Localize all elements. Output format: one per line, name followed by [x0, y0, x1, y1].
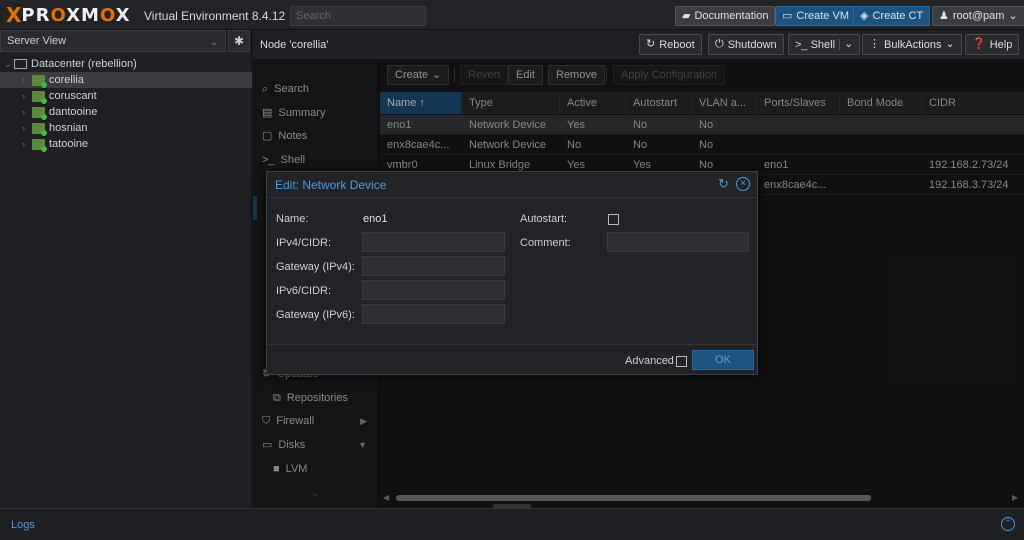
proxmox-logo: X PROXMOX — [6, 3, 131, 27]
node-header: Node 'corellia' ↻ Reboot ⏻ Shutdown >_ She… — [253, 30, 1024, 60]
gateway-ipv6-input[interactable] — [362, 304, 505, 324]
server-icon — [32, 106, 47, 120]
logo-mark: X — [6, 3, 22, 27]
power-icon: ⏻ — [715, 38, 724, 50]
close-icon[interactable]: × — [736, 177, 750, 191]
datacenter-icon — [14, 59, 27, 69]
ipv6-cidr-label: IPv6/CIDR: — [276, 285, 332, 297]
search-input[interactable]: Search — [290, 6, 426, 26]
chevron-right-icon: › — [22, 107, 25, 117]
chevron-down-icon: ⌄ — [209, 36, 219, 48]
chevron-right-icon: › — [22, 139, 25, 149]
cube-icon: ◈ — [860, 9, 869, 22]
reboot-button[interactable]: ↻ Reboot — [639, 34, 702, 55]
create-ct-button[interactable]: ◈ Create CT — [853, 6, 931, 26]
autostart-label: Autostart: — [520, 213, 568, 225]
monitor-icon: ▭ — [782, 9, 793, 22]
gateway-ipv4-input[interactable] — [362, 256, 505, 276]
chevron-down-icon: ⌄ — [945, 38, 955, 50]
resource-tree: ⌄ Datacenter (rebellion) › corellia › co… — [0, 56, 252, 152]
name-value: eno1 — [363, 213, 388, 225]
gear-icon[interactable]: ✱ — [228, 30, 250, 52]
ipv4-cidr-input[interactable] — [362, 232, 505, 252]
ipv6-cidr-input[interactable] — [362, 280, 505, 300]
logs-title[interactable]: Logs — [11, 519, 35, 531]
chevron-down-icon: ⌄ — [1008, 9, 1018, 22]
logo-wordmark: PROXMOX — [21, 4, 131, 26]
dialog-footer: Advanced OK — [267, 344, 757, 374]
server-icon — [32, 138, 47, 152]
comment-label: Comment: — [520, 237, 571, 249]
tree-item-coruscant[interactable]: › coruscant — [0, 88, 252, 104]
top-bar: X PROXMOX Virtual Environment 8.4.12 Sea… — [0, 0, 1024, 30]
tree-item-tatooine[interactable]: › tatooine — [0, 136, 252, 152]
resource-tree-panel: Server View ⌄ ✱ ⌄ Datacenter (rebellion) … — [0, 30, 252, 508]
ellipsis-vertical-icon: ⋮ — [869, 38, 880, 50]
create-vm-button[interactable]: ▭ Create VM — [775, 6, 856, 26]
shutdown-button[interactable]: ⏻ Shutdown — [708, 34, 784, 55]
server-icon — [32, 90, 47, 104]
chevron-right-icon: › — [22, 123, 25, 133]
product-version: Virtual Environment 8.4.12 — [144, 9, 286, 23]
gateway-ipv4-label: Gateway (IPv4): — [276, 261, 355, 273]
tree-item-corellia[interactable]: › corellia — [0, 72, 252, 88]
dialog-title: Edit: Network Device — [275, 178, 387, 192]
dialog-header: Edit: Network Device ↻ × — [267, 172, 757, 198]
tree-item-dantooine[interactable]: › dantooine — [0, 104, 252, 120]
advanced-label: Advanced — [625, 355, 674, 367]
tree-item-datacenter[interactable]: ⌄ Datacenter (rebellion) — [0, 56, 252, 72]
advanced-checkbox[interactable] — [676, 356, 687, 367]
ipv4-cidr-label: IPv4/CIDR: — [276, 237, 332, 249]
ok-button[interactable]: OK — [692, 350, 754, 370]
reboot-icon: ↻ — [646, 38, 656, 50]
documentation-button[interactable]: ▰ Documentation — [675, 6, 776, 26]
reset-icon[interactable]: ↻ — [718, 176, 729, 192]
chevron-right-icon: › — [22, 75, 25, 85]
user-icon: ♟ — [939, 9, 949, 22]
comment-input[interactable] — [607, 232, 749, 252]
server-icon — [32, 74, 47, 88]
name-label: Name: — [276, 213, 309, 225]
chevron-down-icon: ⌄ — [839, 39, 853, 50]
user-menu-button[interactable]: ♟ root@pam ⌄ — [932, 6, 1024, 26]
log-panel: Logs ⌃ — [0, 508, 1024, 540]
edit-network-device-dialog: Edit: Network Device ↻ × Name: eno1 IPv4… — [266, 171, 758, 375]
page-title: Node 'corellia' — [260, 39, 329, 51]
chevron-right-icon: › — [22, 91, 25, 101]
bulk-actions-button[interactable]: ⋮ BulkActions ⌄ — [862, 34, 962, 55]
chevron-down-icon: ⌄ — [4, 58, 12, 69]
expand-logs-icon[interactable]: ⌃ — [1001, 517, 1015, 531]
autostart-checkbox[interactable] — [608, 214, 619, 225]
help-button[interactable]: ❓ Help — [965, 34, 1020, 55]
book-icon: ▰ — [682, 9, 691, 22]
shell-button[interactable]: >_ Shell ⌄ — [788, 34, 861, 55]
help-icon: ❓ — [972, 38, 986, 50]
tree-item-hosnian[interactable]: › hosnian — [0, 120, 252, 136]
gateway-ipv6-label: Gateway (IPv6): — [276, 309, 355, 321]
server-icon — [32, 122, 47, 136]
view-selector[interactable]: Server View ⌄ — [0, 30, 226, 52]
